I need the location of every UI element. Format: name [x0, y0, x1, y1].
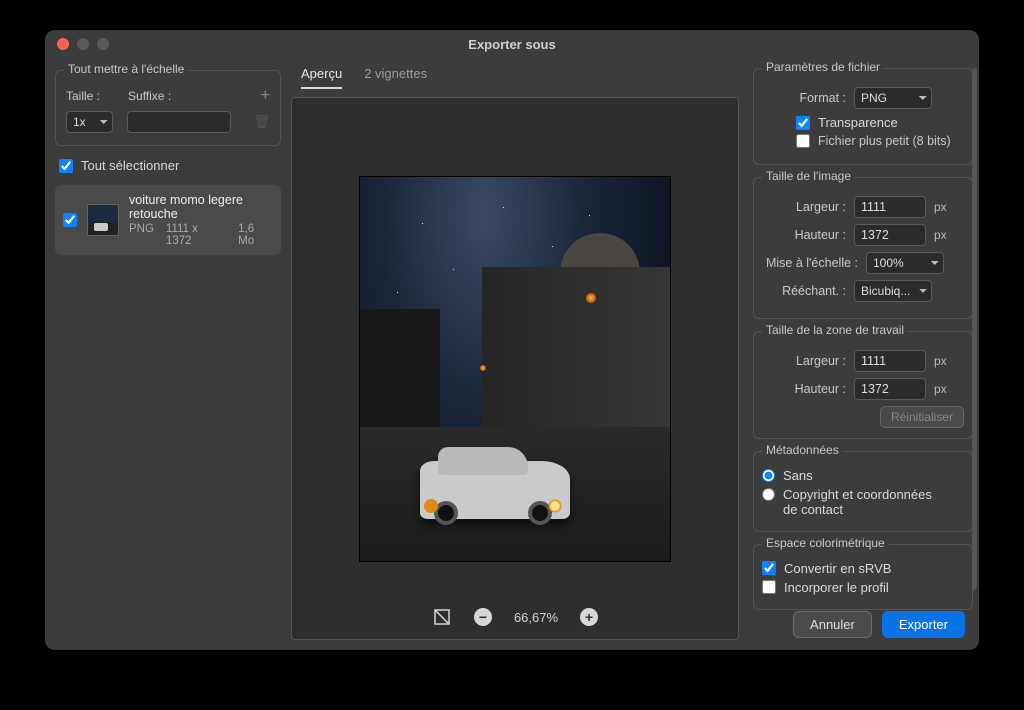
canvas-size-legend: Taille de la zone de travail [762, 323, 908, 337]
resample-select[interactable]: Bicubiq... [854, 280, 932, 302]
scale-label: Mise à l'échelle : [762, 256, 858, 270]
tab-thumbnails[interactable]: 2 vignettes [364, 66, 427, 89]
export-item[interactable]: voiture momo legere retouche PNG 1111 x … [55, 185, 281, 255]
select-all-row[interactable]: Tout sélectionner [55, 156, 281, 175]
export-item-checkbox[interactable] [63, 213, 77, 227]
maximize-icon[interactable] [97, 38, 109, 50]
window-controls [57, 38, 109, 50]
file-settings-legend: Paramètres de fichier [762, 60, 884, 74]
suffix-input[interactable] [127, 111, 231, 133]
height-unit: px [934, 228, 956, 242]
select-all-checkbox[interactable] [59, 159, 73, 173]
convert-srgb-label: Convertir en sRVB [784, 561, 891, 576]
canvas-height-label: Hauteur : [762, 382, 846, 396]
titlebar: Exporter sous [45, 30, 979, 58]
metadata-legend: Métadonnées [762, 443, 843, 457]
window-title: Exporter sous [45, 37, 979, 52]
tab-preview[interactable]: Aperçu [301, 66, 342, 89]
zoom-out-button[interactable]: − [474, 608, 492, 626]
canvas-height-unit: px [934, 382, 956, 396]
metadata-none-label: Sans [783, 468, 813, 483]
height-input[interactable] [854, 224, 926, 246]
zoom-in-button[interactable]: + [580, 608, 598, 626]
convert-srgb-checkbox[interactable] [762, 561, 776, 575]
image-size-group: Taille de l'image Largeur : px Hauteur :… [753, 177, 973, 319]
embed-profile-label: Incorporer le profil [784, 580, 889, 595]
settings-pane[interactable]: Paramètres de fichier Format : PNG Trans… [749, 58, 979, 650]
preview-area[interactable]: − 66,67% + [291, 97, 739, 640]
height-label: Hauteur : [762, 228, 846, 242]
left-pane: Tout mettre à l'échelle Taille : Suffixe… [45, 58, 291, 650]
preview-tabs: Aperçu 2 vignettes [291, 66, 749, 89]
canvas-size-group: Taille de la zone de travail Largeur : p… [753, 331, 973, 439]
minimize-icon[interactable] [77, 38, 89, 50]
transparency-checkbox[interactable] [796, 116, 810, 130]
preview-image [360, 177, 670, 561]
scale-all-legend: Tout mettre à l'échelle [64, 62, 188, 76]
export-dialog: Exporter sous Tout mettre à l'échelle Ta… [45, 30, 979, 650]
colorspace-group: Espace colorimétrique Convertir en sRVB … [753, 544, 973, 610]
scale-all-group: Tout mettre à l'échelle Taille : Suffixe… [55, 70, 281, 146]
size-select[interactable]: 1x [66, 111, 113, 133]
select-all-label: Tout sélectionner [81, 158, 179, 173]
suffix-label: Suffixe : [128, 89, 171, 103]
crop-icon[interactable] [432, 607, 452, 627]
export-item-dimensions: 1111 x 1372 [166, 223, 226, 247]
cancel-button[interactable]: Annuler [793, 611, 872, 638]
export-item-info: voiture momo legere retouche PNG 1111 x … [129, 193, 273, 247]
trash-icon: 🗑 [253, 114, 270, 130]
add-size-button[interactable]: + [261, 87, 270, 105]
smaller-file-label: Fichier plus petit (8 bits) [818, 134, 951, 150]
embed-profile-checkbox[interactable] [762, 580, 776, 594]
transparency-label: Transparence [818, 115, 898, 130]
metadata-none-radio[interactable] [762, 469, 775, 482]
format-label: Format : [762, 91, 846, 105]
canvas-width-input[interactable] [854, 350, 926, 372]
file-settings-group: Paramètres de fichier Format : PNG Trans… [753, 68, 973, 165]
metadata-group: Métadonnées Sans Copyright et coordonnée… [753, 451, 973, 532]
width-input[interactable] [854, 196, 926, 218]
colorspace-legend: Espace colorimétrique [762, 536, 889, 550]
zoom-level: 66,67% [514, 610, 558, 625]
size-label: Taille : [66, 89, 100, 103]
metadata-copyright-label: Copyright et coordonnées de contact [783, 487, 933, 517]
smaller-file-checkbox[interactable] [796, 134, 810, 148]
resample-label: Rééchant. : [762, 284, 846, 298]
format-select[interactable]: PNG [854, 87, 932, 109]
image-size-legend: Taille de l'image [762, 169, 855, 183]
dialog-body: Tout mettre à l'échelle Taille : Suffixe… [45, 58, 979, 650]
close-icon[interactable] [57, 38, 69, 50]
canvas-width-label: Largeur : [762, 354, 846, 368]
export-item-thumb [87, 204, 119, 236]
export-item-title: voiture momo legere retouche [129, 193, 273, 221]
metadata-copyright-radio[interactable] [762, 488, 775, 501]
export-item-filesize: 1,6 Mo [238, 223, 273, 247]
canvas-width-unit: px [934, 354, 956, 368]
scale-select[interactable]: 100% [866, 252, 944, 274]
export-item-format: PNG [129, 223, 154, 247]
export-button[interactable]: Exporter [882, 611, 965, 638]
reset-button[interactable]: Réinitialiser [880, 406, 964, 428]
center-pane: Aperçu 2 vignettes [291, 58, 749, 650]
dialog-footer: Annuler Exporter [793, 611, 965, 638]
width-unit: px [934, 200, 956, 214]
width-label: Largeur : [762, 200, 846, 214]
zoom-toolbar: − 66,67% + [292, 607, 738, 627]
canvas-height-input[interactable] [854, 378, 926, 400]
